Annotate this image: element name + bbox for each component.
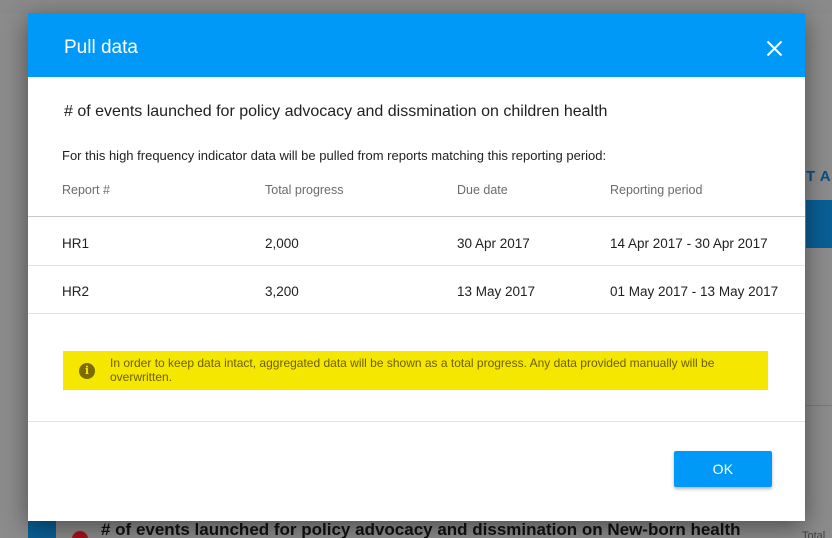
cell-due-date: 30 Apr 2017: [457, 236, 530, 251]
info-icon: i: [79, 363, 95, 379]
footer-divider: [28, 421, 805, 422]
column-header-report: Report #: [62, 183, 110, 197]
background-topbar: [0, 0, 832, 14]
cell-report-number: HR1: [62, 236, 90, 251]
dialog-header: Pull data: [28, 13, 805, 77]
cell-reporting-period: 14 Apr 2017 - 30 Apr 2017: [610, 236, 768, 251]
warning-message: In order to keep data intact, aggregated…: [110, 356, 715, 384]
indicator-title: # of events launched for policy advocacy…: [64, 103, 608, 120]
background-assign-link: T AS: [806, 168, 832, 185]
reporting-period-note: For this high frequency indicator data w…: [62, 148, 607, 163]
column-header-total-progress: Total progress: [265, 183, 344, 197]
cell-reporting-period: 01 May 2017 - 13 May 2017: [610, 284, 779, 299]
dialog-title: Pull data: [64, 37, 138, 58]
background-indicator-title: # of events launched for policy advocacy…: [101, 520, 741, 538]
background-total-label: Total: [802, 530, 826, 538]
cell-total-progress: 2,000: [265, 236, 299, 251]
background-divider: [806, 405, 832, 406]
data-overwrite-warning: i In order to keep data intact, aggregat…: [63, 351, 768, 390]
ok-button[interactable]: OK: [674, 451, 772, 487]
pull-data-dialog: Pull data # of events launched for polic…: [28, 13, 805, 521]
background-status-dot: [72, 531, 88, 538]
background-blue-panel: [806, 200, 832, 248]
cell-report-number: HR2: [62, 284, 90, 299]
column-header-reporting-period: Reporting period: [610, 183, 703, 197]
cell-total-progress: 3,200: [265, 284, 299, 299]
column-header-due-date: Due date: [457, 183, 508, 197]
background-blue-marker: [28, 520, 56, 538]
table-row: HR2 3,200 13 May 2017 01 May 2017 - 13 M…: [28, 265, 805, 314]
cell-due-date: 13 May 2017: [457, 284, 536, 299]
close-icon[interactable]: [766, 40, 783, 57]
table-row: HR1 2,000 30 Apr 2017 14 Apr 2017 - 30 A…: [28, 217, 805, 266]
